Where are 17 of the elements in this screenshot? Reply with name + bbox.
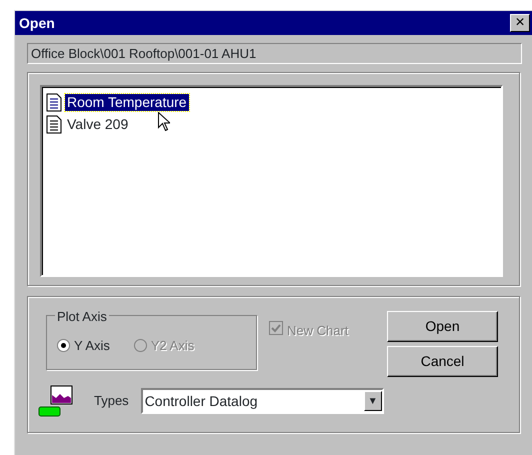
cursor-icon: [158, 112, 170, 131]
document-icon: [46, 92, 62, 112]
checkbox-label: New Chart: [287, 322, 348, 340]
file-list-item[interactable]: Room Temperature: [65, 94, 189, 110]
types-dropdown[interactable]: Controller Datalog ▼: [140, 388, 384, 414]
radio-label: Y2 Axis: [150, 337, 194, 355]
dialog-button[interactable]: Cancel: [387, 346, 498, 377]
window-title: Open: [19, 14, 55, 33]
radio-button[interactable]: [57, 339, 70, 352]
chart-icon: [38, 385, 74, 417]
path-field: Office Block\001 Rooftop\001-01 AHU1: [27, 43, 522, 64]
close-button[interactable]: ×: [510, 14, 530, 32]
file-list-item[interactable]: Valve 209: [65, 116, 130, 132]
dialog-button[interactable]: Open: [387, 311, 498, 342]
document-icon: [46, 114, 62, 134]
types-label: Types: [94, 392, 129, 410]
radio-label: Y Axis: [74, 337, 110, 355]
